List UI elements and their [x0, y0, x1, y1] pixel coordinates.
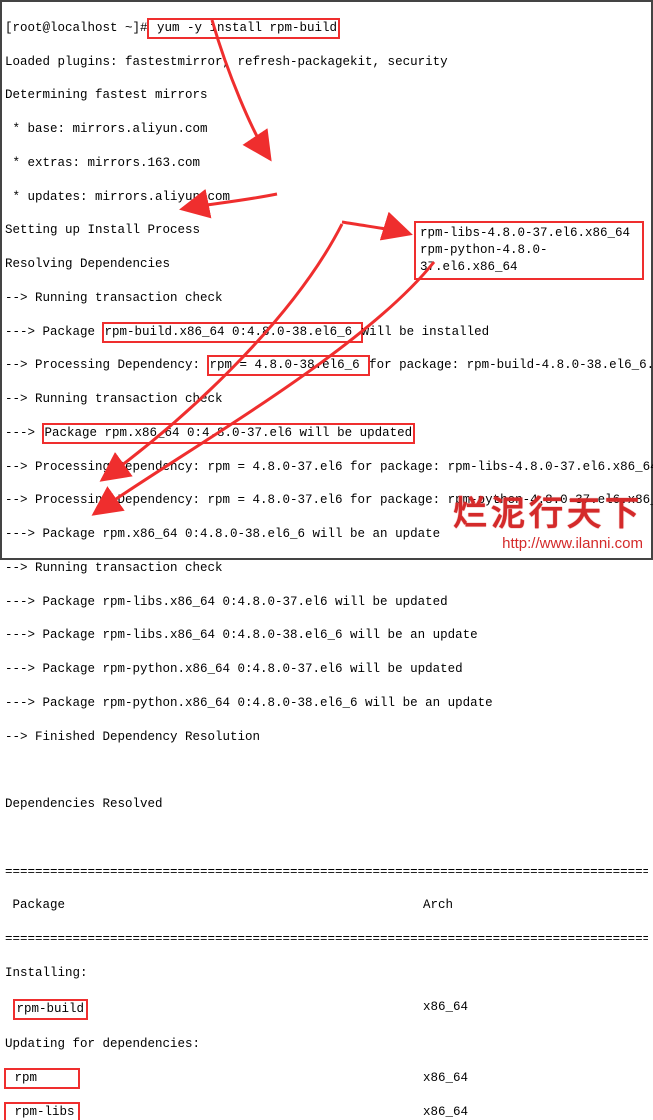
col-package: Package [5, 898, 65, 912]
output-line: * extras: mirrors.163.com [5, 155, 648, 172]
output-line: * updates: mirrors.aliyun.com [5, 189, 648, 206]
dep-text: rpm-libs-4.8.0-37.el6.x86_64 [448, 460, 653, 474]
hr: ========================================… [5, 931, 648, 948]
output-line: Resolving Dependencies [5, 256, 648, 273]
output-line: Determining fastest mirrors [5, 87, 648, 104]
output-line: ---> Package rpm.x86_64 0:4.8.0-38.el6_6… [5, 526, 648, 543]
command-box: yum -y install rpm-build [147, 18, 341, 39]
col-arch: Arch [423, 898, 453, 912]
hr: ========================================… [5, 864, 648, 881]
dep-pkg-box: rpm-libs [4, 1102, 80, 1120]
output-text: --> Processing Dependency: rpm = 4.8.0-3… [5, 460, 448, 474]
output-line: Setting up Install Process [5, 222, 648, 239]
blank [5, 762, 648, 779]
output-text: ---> Package [5, 325, 103, 339]
output-line: ---> Package rpm-libs.x86_64 0:4.8.0-38.… [5, 627, 648, 644]
pkg-update-box: Package rpm.x86_64 0:4.8.0-37.el6 will b… [42, 423, 416, 444]
output-line: --> Running transaction check [5, 391, 648, 408]
output-line: ---> Package rpm-python.x86_64 0:4.8.0-3… [5, 695, 648, 712]
output-line: ---> Package rpm-libs.x86_64 0:4.8.0-37.… [5, 594, 648, 611]
rpm-version-box: rpm = 4.8.0-38.el6_6 [207, 355, 371, 376]
section-installing: Installing: [5, 965, 648, 982]
dep-pkg-box: rpm [4, 1068, 80, 1089]
section-updating: Updating for dependencies: [5, 1036, 648, 1053]
output-text: for package: rpm-build-4.8.0-38.el6_6.x8… [369, 358, 653, 372]
output-line: --> Running transaction check [5, 290, 648, 307]
prompt: [root@localhost ~]# [5, 21, 148, 35]
pkg-box: rpm-build.x86_64 0:4.8.0-38.el6_6 [102, 322, 363, 343]
terminal-output: [root@localhost ~]# yum -y install rpm-b… [5, 3, 648, 1120]
blank [5, 830, 648, 847]
output-text: ---> [5, 426, 43, 440]
output-line: --> Finished Dependency Resolution [5, 729, 648, 746]
install-pkg-box: rpm-build [13, 999, 89, 1020]
arch: x86_64 [423, 1104, 468, 1120]
output-text: will be installed [362, 325, 490, 339]
dep-text: rpm-python-4.8.0-37.el6.x86_64 [448, 493, 653, 507]
arch: x86_64 [423, 999, 468, 1016]
output-line: Loaded plugins: fastestmirror, refresh-p… [5, 54, 648, 71]
deps-resolved: Dependencies Resolved [5, 796, 648, 813]
output-line: * base: mirrors.aliyun.com [5, 121, 648, 138]
arch: x86_64 [423, 1070, 468, 1087]
output-line: ---> Package rpm-python.x86_64 0:4.8.0-3… [5, 661, 648, 678]
command: yum -y install rpm-build [150, 21, 338, 35]
output-text: --> Processing Dependency: [5, 358, 208, 372]
output-text: --> Processing Dependency: rpm = 4.8.0-3… [5, 493, 448, 507]
output-line: --> Running transaction check [5, 560, 648, 577]
